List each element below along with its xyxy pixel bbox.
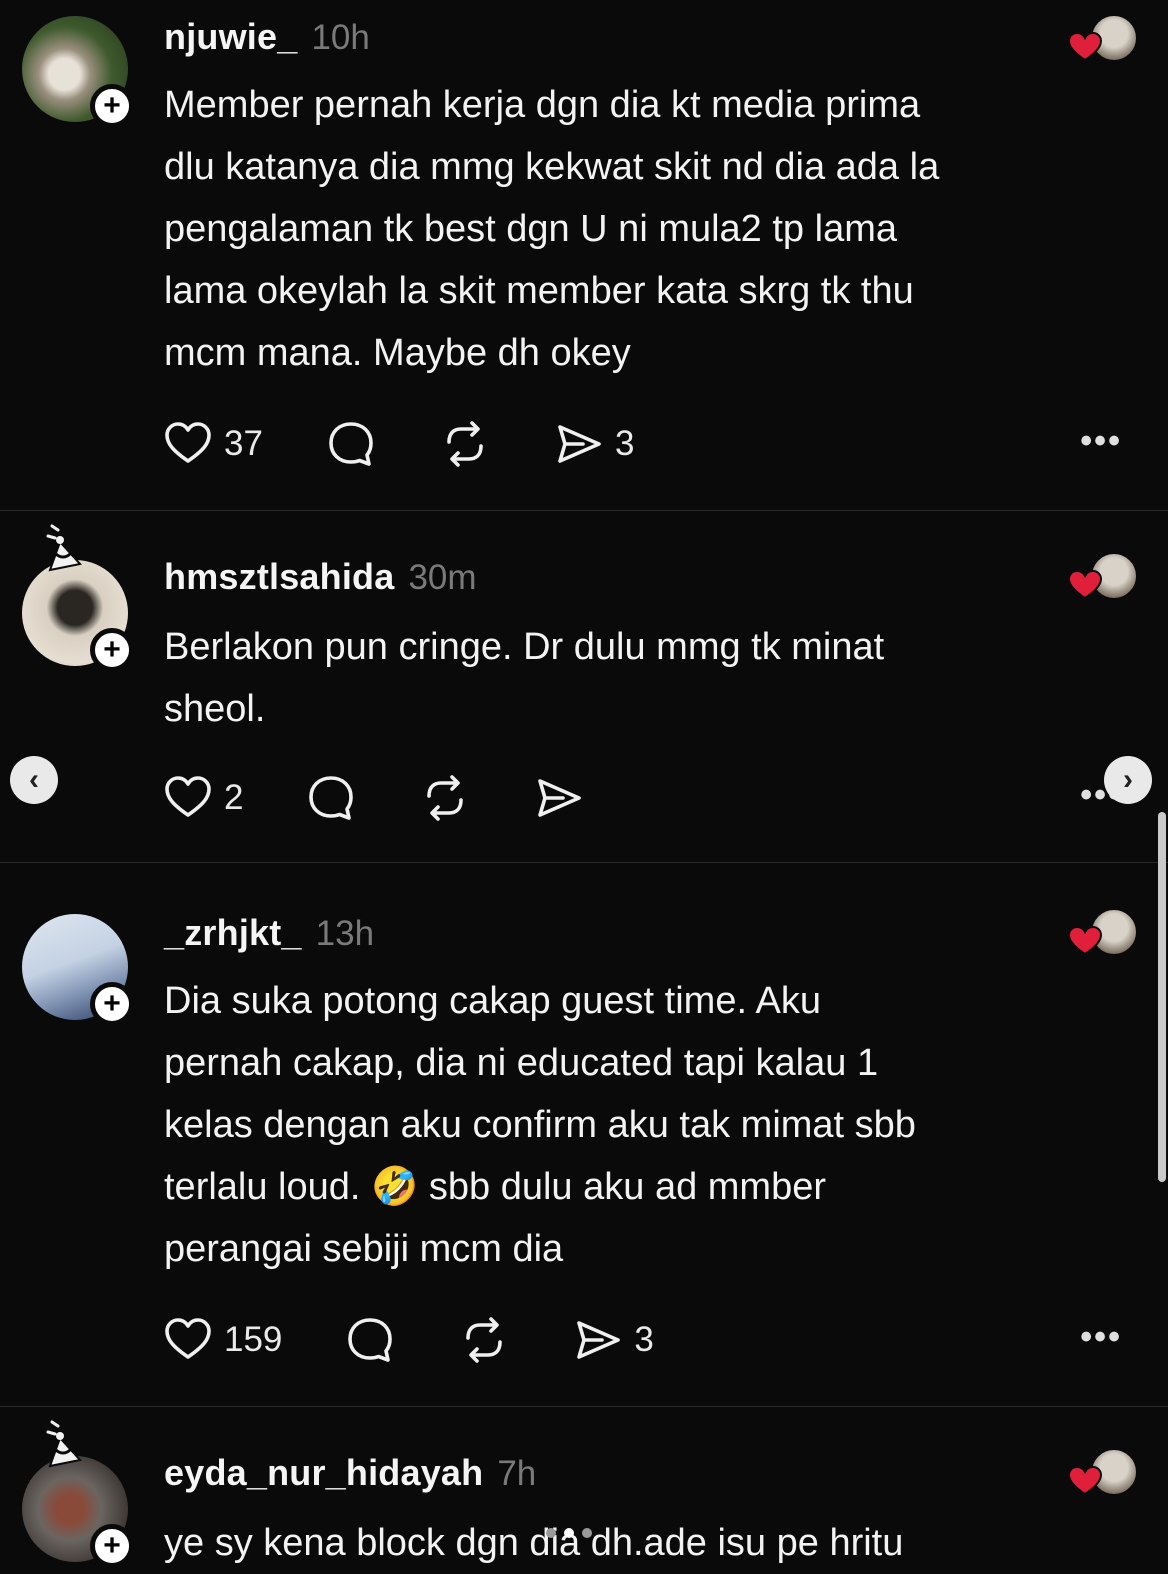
repost-button[interactable] — [458, 1314, 510, 1366]
comment-icon — [305, 772, 357, 824]
more-options-button[interactable]: ••• — [1080, 1318, 1122, 1357]
reply-button[interactable] — [305, 772, 357, 824]
chevron-right-icon: › — [1123, 763, 1133, 796]
divider — [0, 510, 1168, 511]
author-liked-indicator — [1068, 552, 1138, 602]
avatar-wrap: + — [22, 914, 134, 1026]
username[interactable]: njuwie_ — [164, 16, 297, 58]
author-liked-indicator — [1068, 1448, 1138, 1498]
send-icon — [533, 772, 585, 824]
like-button[interactable]: 159 — [162, 1314, 282, 1366]
share-button[interactable]: 3 — [572, 1314, 654, 1366]
repost-button[interactable] — [439, 418, 491, 470]
divider — [0, 862, 1168, 863]
share-count: 3 — [634, 1320, 654, 1359]
timestamp: 13h — [315, 914, 375, 953]
reply-button[interactable] — [325, 418, 377, 470]
comment-icon — [344, 1314, 396, 1366]
timestamp: 10h — [311, 18, 370, 57]
more-options-button[interactable]: ••• — [1080, 422, 1122, 461]
like-count: 37 — [224, 424, 263, 463]
post-header: _zrhjkt_ 13h — [164, 912, 374, 962]
share-button[interactable] — [533, 772, 585, 824]
repost-icon — [419, 772, 471, 824]
username[interactable]: hmsztlsahida — [164, 556, 394, 598]
follow-button[interactable]: + — [90, 982, 134, 1026]
heart-icon — [162, 772, 214, 824]
timestamp: 7h — [497, 1454, 537, 1493]
avatar-wrap: + — [22, 1456, 134, 1568]
send-icon — [572, 1314, 624, 1366]
post-text: Dia suka potong cakap guest time. Aku pe… — [164, 980, 916, 1270]
repost-icon — [439, 418, 491, 470]
share-count: 3 — [614, 424, 635, 463]
reply-button[interactable] — [344, 1314, 396, 1366]
post-text: ye sy kena block dgn dia dh.ade isu pe h… — [164, 1522, 904, 1564]
repost-icon — [458, 1314, 510, 1366]
avatar-wrap: + — [22, 560, 134, 672]
repost-button[interactable] — [419, 772, 471, 824]
like-button[interactable]: 2 — [162, 772, 243, 824]
action-bar: 159 3 — [162, 1312, 716, 1368]
like-count: 159 — [224, 1320, 283, 1359]
follow-button[interactable]: + — [90, 84, 134, 128]
follow-button[interactable]: + — [90, 628, 134, 672]
scrollbar[interactable] — [1158, 812, 1166, 1182]
post-header: hmsztlsahida 30m — [164, 556, 477, 606]
send-icon — [553, 418, 605, 470]
follow-button[interactable]: + — [90, 1524, 134, 1568]
carousel-prev-button[interactable]: ‹ — [10, 756, 58, 804]
post-header: eyda_nur_hidayah 7h — [164, 1452, 536, 1502]
avatar-wrap: + — [22, 16, 134, 128]
chevron-left-icon: ‹ — [29, 763, 39, 796]
like-button[interactable]: 37 — [162, 418, 263, 470]
comment-icon — [325, 418, 377, 470]
username[interactable]: _zrhjkt_ — [164, 912, 302, 954]
heart-icon — [162, 418, 214, 470]
carousel-next-button[interactable]: › — [1104, 756, 1152, 804]
post-text: Member pernah kerja dgn dia kt media pri… — [164, 84, 940, 374]
party-hat-icon — [40, 520, 90, 580]
carousel-dot — [582, 1528, 592, 1538]
carousel-dot-active — [564, 1528, 574, 1538]
author-liked-indicator — [1068, 908, 1138, 958]
timestamp: 30m — [408, 558, 477, 597]
post-text: Berlakon pun cringe. Dr dulu mmg tk mina… — [164, 626, 885, 730]
red-heart-icon — [1068, 1466, 1102, 1496]
red-heart-icon — [1068, 926, 1102, 956]
heart-icon — [162, 1314, 214, 1366]
divider — [0, 1406, 1168, 1407]
red-heart-icon — [1068, 570, 1102, 600]
username[interactable]: eyda_nur_hidayah — [164, 1452, 483, 1494]
carousel-indicator — [546, 1528, 592, 1538]
like-count: 2 — [224, 778, 244, 817]
carousel-dot — [546, 1528, 556, 1538]
author-liked-indicator — [1068, 14, 1138, 64]
post-header: njuwie_ 10h — [164, 16, 370, 66]
action-bar: 37 3 — [162, 416, 696, 472]
red-heart-icon — [1068, 32, 1102, 62]
party-hat-icon — [40, 1416, 90, 1476]
share-button[interactable]: 3 — [553, 418, 634, 470]
action-bar: 2 — [162, 770, 647, 826]
